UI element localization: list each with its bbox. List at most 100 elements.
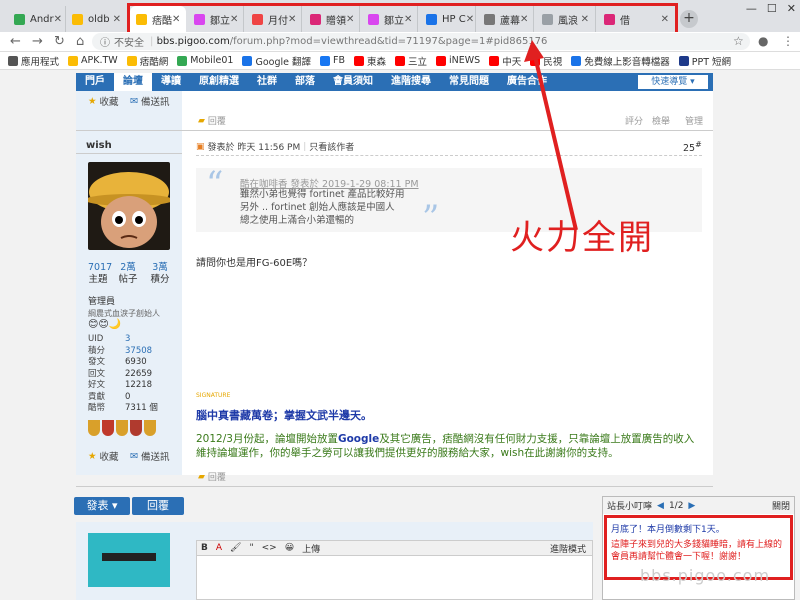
bookmark-label: 三立 xyxy=(408,56,428,68)
collect-link[interactable]: ★ 收藏 xyxy=(88,449,119,464)
author-name[interactable]: wish xyxy=(86,140,112,151)
floor-number[interactable]: 25# xyxy=(683,140,702,154)
reply-button[interactable]: 回覆 xyxy=(132,497,184,515)
nav-item[interactable]: 部落 xyxy=(286,73,324,91)
nav-item[interactable]: 會員須知 xyxy=(324,73,382,91)
bookmark-item[interactable]: APK.TW xyxy=(68,55,118,66)
detail-row: 貢獻 0 xyxy=(88,392,158,404)
star-icon[interactable]: ☆ xyxy=(733,34,744,48)
reply-icon: ▰ xyxy=(198,115,205,126)
bookmark-icon xyxy=(242,55,253,66)
bookmark-label: iNEWS xyxy=(449,55,481,66)
reply-icon: ▰ xyxy=(198,471,205,482)
new-post-button[interactable]: 發表 ▾ xyxy=(74,497,130,515)
brush-icon[interactable]: 🖌 xyxy=(230,543,241,553)
url-host: bbs.pigoo.com xyxy=(156,36,230,47)
bookmark-item[interactable]: 應用程式 xyxy=(8,54,59,68)
bookmark-item[interactable]: Mobile01 xyxy=(177,55,233,66)
popup-title: 站長小叮嚀 xyxy=(607,502,653,512)
rate-link[interactable]: 評分 xyxy=(625,114,643,127)
report-link[interactable]: 檢舉 xyxy=(652,114,670,127)
profile-icon[interactable]: ● xyxy=(758,34,768,48)
menu-icon[interactable]: ⋮ xyxy=(782,34,794,48)
forward-icon[interactable]: → xyxy=(32,34,43,49)
address-bar[interactable]: ⓘ 不安全 | bbs.pigoo.com /forum.php?mod=vie… xyxy=(92,33,750,50)
stat-value[interactable]: 7017 xyxy=(88,262,112,274)
browser-tab[interactable]: Andr ✕ xyxy=(8,6,66,32)
detail-key: 發文 xyxy=(88,357,106,367)
reply-link[interactable]: ▰ 回覆 xyxy=(198,470,226,484)
bookmark-item[interactable]: iNEWS xyxy=(436,55,480,66)
post-time: 發表於 昨天 11:56 PM xyxy=(207,143,301,153)
divider xyxy=(76,130,713,131)
notify-link[interactable]: ✉ 備送訊 xyxy=(130,94,169,109)
close-icon[interactable]: ✕ xyxy=(113,14,121,25)
bookmark-item[interactable]: 痞酷網 xyxy=(126,54,169,68)
bold-button[interactable]: B xyxy=(201,543,208,553)
post-meta: ▣ 發表於 昨天 11:56 PM | 只看該作者 xyxy=(196,140,355,154)
close-icon[interactable]: ✕ xyxy=(54,14,62,25)
collect-link[interactable]: ★ 收藏 xyxy=(88,94,119,109)
bookmark-item[interactable]: 三立 xyxy=(395,54,427,68)
detail-key: UID xyxy=(88,334,104,344)
tab-title: Andr xyxy=(30,13,54,25)
manage-link[interactable]: 管理 xyxy=(685,114,703,127)
forum-nav: 門戶 論壇 導讀 原創精選 社群 部落 會員須知 進階搜尋 常見問題 廣告合作 xyxy=(76,73,713,91)
minimize-icon[interactable]: — xyxy=(746,2,757,15)
upload-button[interactable]: 上傳 xyxy=(302,542,320,555)
detail-row: 酷幣 7311 個 xyxy=(88,403,158,415)
info-icon[interactable]: ⓘ xyxy=(100,34,110,49)
quote-button[interactable]: " xyxy=(249,543,253,553)
tab-title: oldb xyxy=(88,13,110,25)
medal-icon xyxy=(102,420,114,436)
maximize-icon[interactable]: ☐ xyxy=(767,2,777,15)
reply-link[interactable]: ▰ 回覆 xyxy=(198,114,226,128)
stat-value[interactable]: 3萬 xyxy=(150,262,170,274)
bookmark-item[interactable]: PPT 短網 xyxy=(678,54,731,68)
stat-credits: 3萬 積分 xyxy=(150,262,170,286)
emoji-button[interactable]: 😀 xyxy=(285,543,294,553)
nav-item[interactable]: 門戶 xyxy=(76,73,114,91)
collect-label: 收藏 xyxy=(99,452,119,463)
detail-value: 3 xyxy=(125,334,131,344)
bookmark-item[interactable]: FB xyxy=(320,55,345,66)
avatar[interactable] xyxy=(88,162,170,250)
stat-label: 帖子 xyxy=(118,274,138,285)
font-color-button[interactable]: A xyxy=(216,543,222,553)
back-icon[interactable]: ← xyxy=(10,34,21,49)
detail-key: 酷幣 xyxy=(88,403,106,413)
nav-item[interactable]: 常見問題 xyxy=(440,73,498,91)
notify-link[interactable]: ✉ 備送訊 xyxy=(130,449,169,464)
reload-icon[interactable]: ↻ xyxy=(54,34,65,49)
prev-icon[interactable]: ◀ xyxy=(657,501,664,511)
user-group[interactable]: 管理員 xyxy=(88,294,115,307)
bookmark-item[interactable]: 東森 xyxy=(354,54,386,68)
nav-item[interactable]: 進階搜尋 xyxy=(382,73,440,91)
only-author-link[interactable]: 只看該作者 xyxy=(309,140,354,153)
home-icon[interactable]: ⌂ xyxy=(76,34,84,49)
nav-item[interactable]: 論壇 xyxy=(114,73,152,91)
quick-nav-dropdown[interactable]: 快速導覽 ▾ xyxy=(638,75,708,89)
nav-item[interactable]: 社群 xyxy=(248,73,286,91)
bookmark-item[interactable]: Google 翻譯 xyxy=(242,54,311,68)
divider xyxy=(76,153,182,154)
code-button[interactable]: <> xyxy=(262,543,277,553)
new-tab-button[interactable]: + xyxy=(680,10,698,28)
next-icon[interactable]: ▶ xyxy=(688,501,695,511)
bookmark-label: 痞酷網 xyxy=(139,56,169,68)
browser-tab[interactable]: oldb ✕ xyxy=(66,6,128,32)
reply-editor[interactable]: B A 🖌 " <> 😀 上傳 進階模式 xyxy=(196,540,593,600)
stat-value[interactable]: 2萬 xyxy=(118,262,138,274)
bookmark-icon xyxy=(126,55,137,66)
watermark: bbs.pigoo.com xyxy=(640,566,771,585)
detail-value: 6930 xyxy=(125,357,147,367)
popup-close-button[interactable]: 關閉 xyxy=(772,499,790,512)
advanced-mode-link[interactable]: 進階模式 xyxy=(550,542,586,555)
user-details: UID 3 積分 37508 發文 6930 回文 22659 好文 12218 貢獻 0 … xyxy=(88,334,158,415)
nav-item[interactable]: 原創精選 xyxy=(190,73,248,91)
bookmark-item[interactable]: 中天 xyxy=(489,54,521,68)
close-window-icon[interactable]: ✕ xyxy=(787,2,796,15)
quote-line: 另外 .. fortinet 創始人應該是中國人 xyxy=(240,202,395,213)
mail-icon: ✉ xyxy=(130,95,138,107)
nav-item[interactable]: 導讀 xyxy=(152,73,190,91)
